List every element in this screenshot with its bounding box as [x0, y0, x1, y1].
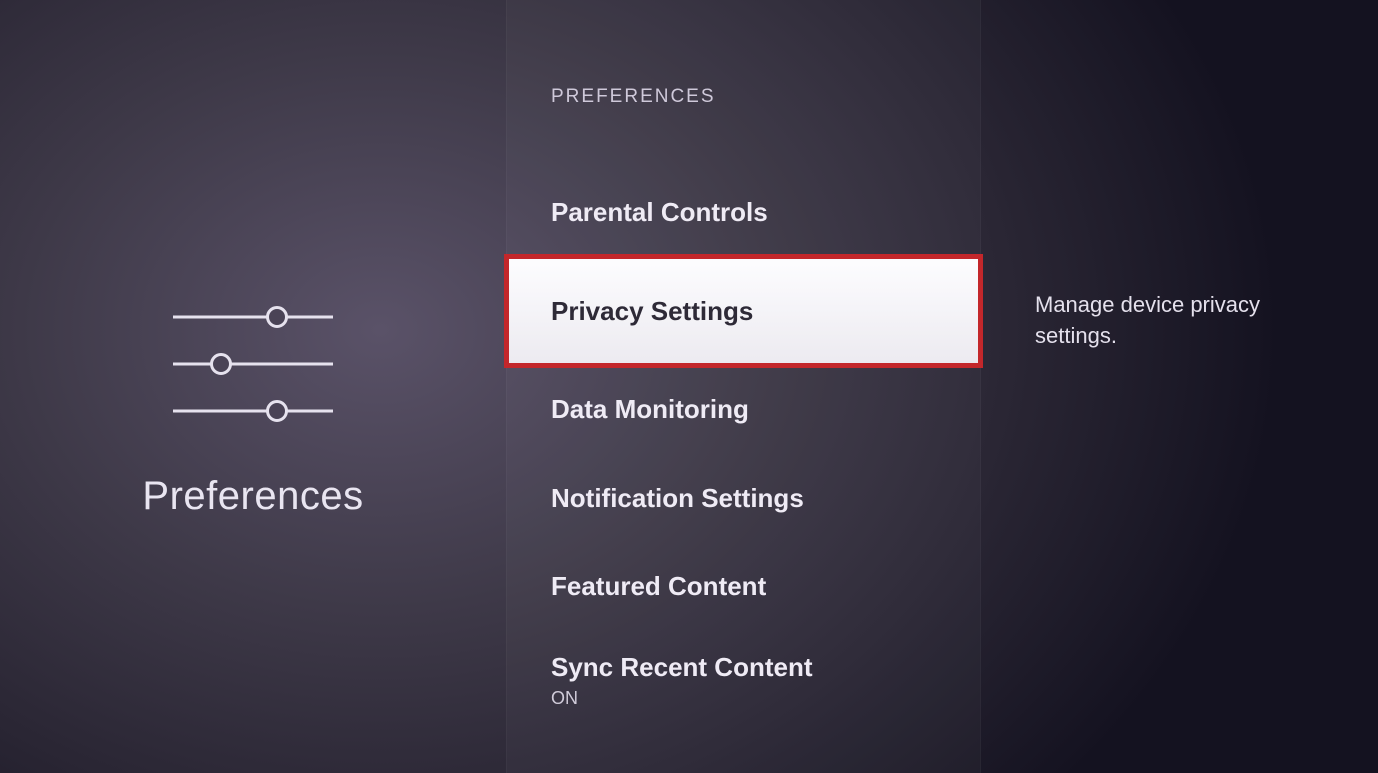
menu-item-parental-controls[interactable]: Parental Controls — [507, 168, 980, 257]
slider-track — [173, 362, 333, 365]
slider-track — [173, 316, 333, 319]
menu-item-privacy-settings[interactable]: Privacy Settings — [507, 257, 980, 366]
slider-knob — [266, 306, 288, 328]
slider-row-1 — [173, 307, 333, 327]
menu-item-label: Sync Recent Content — [551, 652, 813, 682]
slider-knob — [266, 400, 288, 422]
menu-item-label: Notification Settings — [551, 483, 804, 513]
section-header: PREFERENCES — [507, 86, 980, 108]
menu-item-data-monitoring[interactable]: Data Monitoring — [507, 365, 980, 454]
slider-row-2 — [173, 354, 333, 374]
slider-knob — [210, 353, 232, 375]
menu-item-label: Parental Controls — [551, 197, 768, 227]
menu-item-label: Data Monitoring — [551, 394, 749, 424]
settings-screen: Preferences PREFERENCES Parental Control… — [0, 0, 1378, 773]
menu-item-notification-settings[interactable]: Notification Settings — [507, 454, 980, 543]
slider-row-3 — [173, 401, 333, 421]
menu-item-sync-recent-content[interactable]: Sync Recent Content ON — [507, 631, 980, 730]
menu-item-sub-value: ON — [551, 687, 936, 710]
menu-item-featured-content[interactable]: Featured Content — [507, 542, 980, 631]
slider-track — [173, 409, 333, 412]
menu-item-label: Featured Content — [551, 571, 766, 601]
left-panel: Preferences — [0, 0, 506, 773]
category-title: Preferences — [142, 474, 363, 519]
menu-item-label: Privacy Settings — [551, 296, 753, 326]
menu-panel: PREFERENCES Parental Controls Privacy Se… — [506, 0, 981, 773]
sliders-icon — [173, 294, 333, 434]
description-panel: Manage device privacy settings. — [981, 0, 1378, 773]
menu-item-description: Manage device privacy settings. — [1035, 290, 1348, 352]
